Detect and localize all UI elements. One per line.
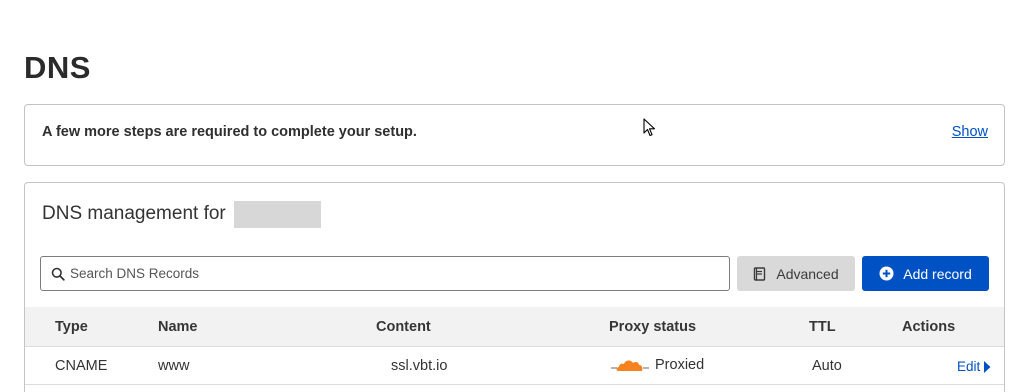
caret-right-icon [984,360,991,373]
advanced-button[interactable]: Advanced [737,256,855,291]
edit-label: Edit [957,359,981,374]
column-header-proxy-status[interactable]: Proxy status [609,319,696,335]
record-type: CNAME [55,358,108,374]
search-box[interactable] [40,256,730,291]
edit-record-button[interactable]: Edit [957,359,991,374]
search-dns-input[interactable] [70,257,720,290]
column-header-ttl[interactable]: TTL [809,319,836,335]
records-table-header: Type Name Content Proxy status TTL Actio… [25,307,1004,347]
advanced-label: Advanced [776,265,839,282]
proxy-status-label: Proxied [655,357,705,373]
record-name: www [158,358,190,374]
page-title: DNS [24,50,91,85]
setup-message: A few more steps are required to complet… [42,124,417,140]
cursor-icon [643,118,656,137]
add-record-label: Add record [903,265,972,282]
proxy-status-cell: Proxied [611,355,704,375]
book-icon [754,266,766,281]
search-icon [51,267,65,281]
redacted-domain [234,201,321,228]
plus-circle-icon [879,266,894,281]
column-header-name[interactable]: Name [158,319,198,335]
record-ttl: Auto [812,358,842,374]
record-content: ssl.vbt.io [391,358,448,374]
show-setup-link[interactable]: Show [952,124,988,140]
dns-management-card: DNS management for Advanced Add record T… [24,182,1005,392]
dns-management-title: DNS management for [42,203,226,224]
setup-banner: A few more steps are required to complet… [24,104,1005,166]
column-header-type[interactable]: Type [55,319,88,335]
column-header-actions: Actions [902,319,956,335]
column-header-content[interactable]: Content [376,319,431,335]
table-row[interactable]: CNAME www ssl.vbt.io Proxied Auto Edit [25,348,1004,385]
add-record-button[interactable]: Add record [862,256,989,291]
cloud-icon [611,360,649,371]
